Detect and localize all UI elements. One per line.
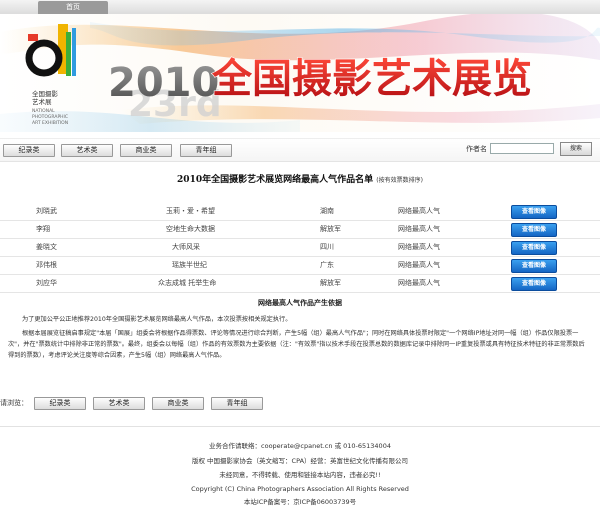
- author-name: 刘应华: [36, 279, 57, 287]
- work-title: 众志成城 托举生命: [158, 279, 217, 287]
- region: 湖南: [320, 207, 334, 215]
- banner-title: 全国摄影艺术展览: [211, 56, 532, 102]
- browse-label: 请浏览：: [0, 399, 28, 407]
- region: 解放军: [320, 279, 341, 287]
- author-name: 姜晓文: [36, 243, 57, 251]
- author-search-input[interactable]: [490, 143, 554, 154]
- footer-icp: 本站ICP备案号：京ICP备06003739号: [243, 498, 357, 506]
- footer-contact: 业务合作请联络：cooperate@cpanet.cn 或 010-651340…: [209, 442, 391, 450]
- view-image-button[interactable]: 查看图像: [511, 223, 557, 237]
- work-title: 玉莉・爱・希望: [166, 207, 215, 215]
- work-title: 瑶族半世纪: [172, 261, 207, 269]
- exhibition-banner: 全国摄影 艺术展 NATIONAL PHOTOGRAPHIC ART EXHIB…: [0, 14, 600, 132]
- browse-button-art[interactable]: 艺术类: [93, 397, 145, 410]
- award: 网络最高人气: [398, 225, 440, 233]
- basis-paragraph-2: 根据本届展览征稿启事规定"本届「国展」组委会将根据作品得票数、评论等情况进行综合…: [8, 330, 585, 359]
- banner-art: 全国摄影 艺术展 NATIONAL PHOTOGRAPHIC ART EXHIB…: [0, 14, 600, 132]
- table-row: 邓伟根 瑶族半世纪 广东 网络最高人气 查看图像: [0, 257, 600, 275]
- page-subtitle: (按有效票数排序): [376, 177, 423, 184]
- browse-button-commercial[interactable]: 商业类: [152, 397, 204, 410]
- author-name: 邓伟根: [36, 261, 57, 269]
- footer-notice: 未经同意，不得转载、使用和链接本站内容，违者必究!!: [219, 471, 381, 479]
- page-title-text: 2010年全国摄影艺术展览网络最高人气作品名单: [177, 175, 374, 185]
- work-title: 空地生命大数据: [166, 225, 215, 233]
- footer-copyright-cn: 版权 中国摄影家协会（英文缩写：CPA）经营：英富世纪文化传播有限公司: [191, 457, 409, 465]
- logo-en-text: NATIONAL: [32, 108, 55, 114]
- nav-home-tab[interactable]: 首页: [38, 1, 108, 14]
- table-row: 李翔 空地生命大数据 解放军 网络最高人气 查看图像: [0, 221, 600, 239]
- category-toolbar: 纪录类 艺术类 商业类 青年组 作者名 搜索: [0, 138, 600, 162]
- view-image-button[interactable]: 查看图像: [511, 259, 557, 273]
- browse-button-documentary[interactable]: 纪录类: [34, 397, 86, 410]
- author-search-label: 作者名: [466, 145, 487, 153]
- category-button-youth[interactable]: 青年组: [180, 144, 232, 157]
- view-image-button[interactable]: 查看图像: [511, 241, 557, 255]
- logo-cn-text: 全国摄影: [32, 89, 59, 98]
- footer-copyright-en: Copyright (C) China Photographers Associ…: [191, 485, 409, 493]
- footer-divider: [0, 426, 600, 427]
- view-image-button[interactable]: 查看图像: [511, 205, 557, 219]
- view-image-button[interactable]: 查看图像: [511, 277, 557, 291]
- page-title: 2010年全国摄影艺术展览网络最高人气作品名单 (按有效票数排序): [0, 172, 600, 185]
- basis-paragraph-1: 为了更加公平公正地推荐2010年全国摄影艺术展览网络最高人气作品，本次投票按相关…: [22, 316, 292, 323]
- author-name: 刘晓武: [36, 207, 57, 215]
- basis-heading: 网络最高人气作品产生依据: [258, 299, 342, 307]
- logo-cn-text-2: 艺术展: [32, 97, 52, 106]
- category-button-documentary[interactable]: 纪录类: [3, 144, 55, 157]
- table-row: 刘晓武 玉莉・爱・希望 湖南 网络最高人气 查看图像: [0, 203, 600, 221]
- top-nav-bar: 首页: [0, 0, 600, 15]
- table-row: 刘应华 众志成城 托举生命 解放军 网络最高人气 查看图像: [0, 275, 600, 293]
- award: 网络最高人气: [398, 207, 440, 215]
- award: 网络最高人气: [398, 261, 440, 269]
- banner-year: 2010: [108, 60, 219, 106]
- svg-text:PHOTOGRAPHIC: PHOTOGRAPHIC: [32, 114, 68, 120]
- svg-text:ART EXHIBITION: ART EXHIBITION: [32, 120, 68, 126]
- work-title: 大师风采: [172, 243, 200, 251]
- category-button-commercial[interactable]: 商业类: [120, 144, 172, 157]
- award: 网络最高人气: [398, 279, 440, 287]
- table-row: 姜晓文 大师风采 四川 网络最高人气 查看图像: [0, 239, 600, 257]
- region: 四川: [320, 243, 334, 251]
- author-name: 李翔: [36, 225, 50, 233]
- region: 广东: [320, 261, 334, 269]
- award: 网络最高人气: [398, 243, 440, 251]
- region: 解放军: [320, 225, 341, 233]
- search-button[interactable]: 搜索: [560, 142, 592, 156]
- browse-button-youth[interactable]: 青年组: [211, 397, 263, 410]
- category-button-art[interactable]: 艺术类: [61, 144, 113, 157]
